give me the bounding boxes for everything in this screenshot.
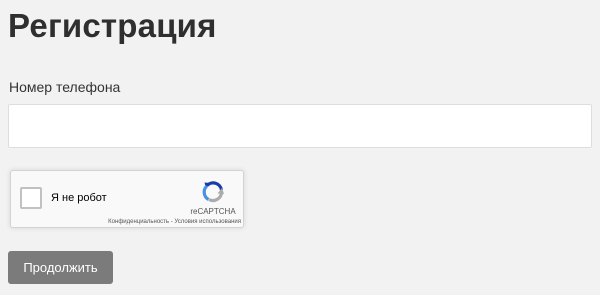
- privacy-link[interactable]: Конфиденциальность: [108, 219, 169, 225]
- phone-input[interactable]: [8, 104, 592, 148]
- recaptcha-links: Конфиденциальность - Условия использован…: [91, 218, 241, 226]
- phone-label: Номер телефона: [9, 79, 121, 95]
- page-title: Регистрация: [8, 7, 217, 44]
- terms-link[interactable]: Условия использования: [174, 219, 241, 225]
- recaptcha-checkbox[interactable]: [20, 187, 42, 209]
- continue-button[interactable]: Продолжить: [8, 251, 113, 284]
- recaptcha-brand: reCAPTCHA: [190, 207, 236, 216]
- recaptcha-logo-icon: [202, 181, 224, 203]
- recaptcha-label: Я не робот: [51, 192, 107, 204]
- recaptcha-widget: Я не робот reCAPTCHA Конфиденциальность …: [10, 170, 244, 228]
